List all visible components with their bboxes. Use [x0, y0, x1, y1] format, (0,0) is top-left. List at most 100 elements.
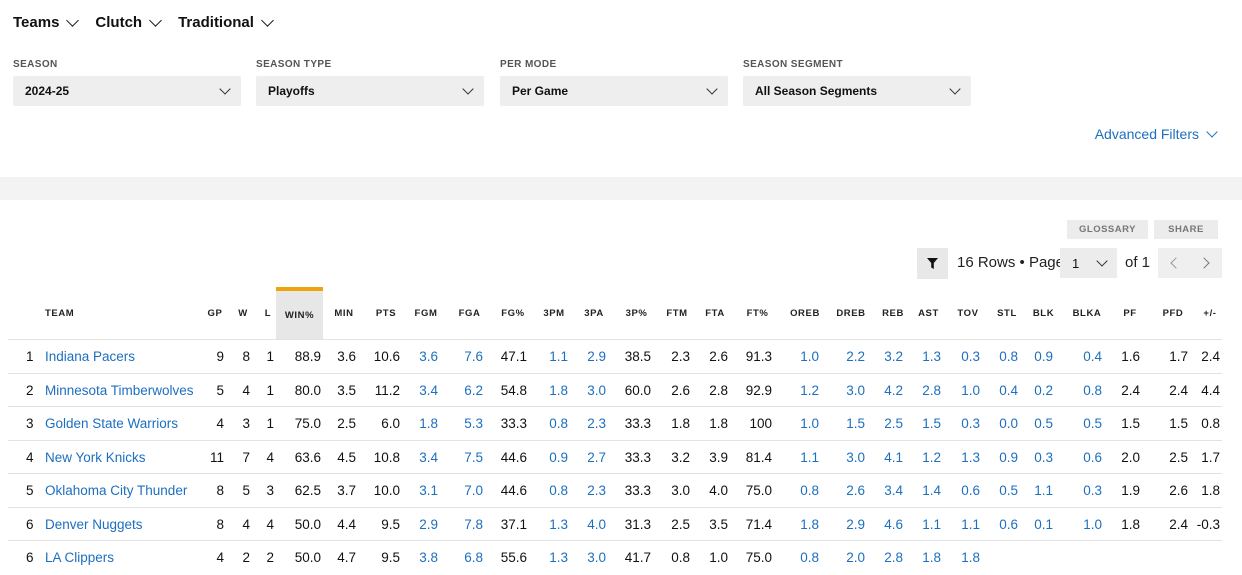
- stat-link-cell[interactable]: 2.3: [580, 474, 608, 508]
- stat-link-cell[interactable]: 1.8: [538, 374, 570, 408]
- column-header[interactable]: PTS: [370, 287, 402, 339]
- stat-link-cell[interactable]: 0.9: [538, 441, 570, 475]
- nav-traditional[interactable]: Traditional: [178, 13, 274, 31]
- stat-link-cell[interactable]: 7.8: [454, 508, 485, 542]
- stat-link-cell[interactable]: 0.3: [1032, 441, 1055, 475]
- column-header[interactable]: FTM: [662, 287, 692, 339]
- stat-link-cell[interactable]: 1.1: [1032, 474, 1055, 508]
- stat-link-cell[interactable]: 4.1: [881, 441, 905, 475]
- stat-link-cell[interactable]: 0.4: [994, 374, 1020, 408]
- stat-link-cell[interactable]: 3.1: [412, 474, 440, 508]
- stat-link-cell[interactable]: 5.3: [454, 407, 485, 441]
- column-header[interactable]: REB: [881, 287, 905, 339]
- stat-link-cell[interactable]: [994, 541, 1020, 575]
- stat-link-cell[interactable]: 0.0: [994, 407, 1020, 441]
- stat-link-cell[interactable]: 0.1: [1032, 508, 1055, 542]
- stat-link-cell[interactable]: 3.2: [881, 340, 905, 374]
- stat-link-cell[interactable]: 3.0: [835, 441, 867, 475]
- team-link[interactable]: New York Knicks: [45, 441, 215, 475]
- stat-link-cell[interactable]: 0.2: [1032, 374, 1055, 408]
- stat-link-cell[interactable]: 1.4: [914, 474, 943, 508]
- stat-link-cell[interactable]: 1.1: [954, 508, 982, 542]
- page-select[interactable]: 1: [1060, 248, 1117, 278]
- stat-link-cell[interactable]: 0.3: [954, 340, 982, 374]
- team-link[interactable]: Indiana Pacers: [45, 340, 215, 374]
- stat-link-cell[interactable]: 1.3: [914, 340, 943, 374]
- column-header[interactable]: WIN%: [276, 287, 323, 339]
- stat-link-cell[interactable]: 7.0: [454, 474, 485, 508]
- stat-link-cell[interactable]: 1.1: [538, 340, 570, 374]
- stat-link-cell[interactable]: 3.4: [412, 374, 440, 408]
- team-link[interactable]: Minnesota Timberwolves: [45, 374, 215, 408]
- glossary-button[interactable]: GLOSSARY: [1067, 220, 1148, 239]
- team-link[interactable]: Oklahoma City Thunder: [45, 474, 215, 508]
- team-link[interactable]: Golden State Warriors: [45, 407, 215, 441]
- column-header[interactable]: OREB: [789, 287, 821, 339]
- stat-link-cell[interactable]: 2.0: [835, 541, 867, 575]
- column-header[interactable]: BLK: [1032, 287, 1055, 339]
- column-header[interactable]: TEAM: [45, 287, 195, 339]
- column-header[interactable]: FG%: [497, 287, 529, 339]
- column-header[interactable]: PFD: [1156, 287, 1190, 339]
- stat-link-cell[interactable]: 1.8: [412, 407, 440, 441]
- stat-link-cell[interactable]: 2.9: [580, 340, 608, 374]
- nav-teams[interactable]: Teams: [13, 13, 80, 31]
- stat-link-cell[interactable]: 1.8: [914, 541, 943, 575]
- stat-link-cell[interactable]: 1.0: [789, 340, 821, 374]
- column-header[interactable]: BLKA: [1070, 287, 1104, 339]
- stat-link-cell[interactable]: 1.2: [789, 374, 821, 408]
- stat-link-cell[interactable]: 1.0: [1070, 508, 1104, 542]
- stat-link-cell[interactable]: 0.8: [1070, 374, 1104, 408]
- stat-link-cell[interactable]: 0.3: [954, 407, 982, 441]
- stat-link-cell[interactable]: 0.8: [538, 474, 570, 508]
- column-header[interactable]: +/-: [1198, 287, 1222, 339]
- stat-link-cell[interactable]: 1.3: [538, 541, 570, 575]
- stat-link-cell[interactable]: 2.8: [881, 541, 905, 575]
- stat-link-cell[interactable]: 1.2: [914, 441, 943, 475]
- stat-link-cell[interactable]: 1.0: [954, 374, 982, 408]
- stat-link-cell[interactable]: 3.4: [881, 474, 905, 508]
- per-mode-select[interactable]: Per Game: [500, 76, 728, 106]
- column-header[interactable]: FGM: [412, 287, 440, 339]
- stat-link-cell[interactable]: 3.0: [580, 374, 608, 408]
- stat-link-cell[interactable]: 3.8: [412, 541, 440, 575]
- stat-link-cell[interactable]: 0.6: [954, 474, 982, 508]
- stat-link-cell[interactable]: 3.0: [835, 374, 867, 408]
- stat-link-cell[interactable]: 0.6: [1070, 441, 1104, 475]
- stat-link-cell[interactable]: 0.8: [789, 474, 821, 508]
- stat-link-cell[interactable]: 0.8: [538, 407, 570, 441]
- stat-link-cell[interactable]: 1.1: [789, 441, 821, 475]
- stat-link-cell[interactable]: 1.0: [789, 407, 821, 441]
- stat-link-cell[interactable]: 0.5: [994, 474, 1020, 508]
- column-header[interactable]: PF: [1118, 287, 1142, 339]
- stat-link-cell[interactable]: 0.4: [1070, 340, 1104, 374]
- column-header[interactable]: L: [260, 287, 276, 339]
- column-header[interactable]: 3PM: [538, 287, 570, 339]
- column-header[interactable]: FGA: [454, 287, 485, 339]
- stat-link-cell[interactable]: 2.2: [835, 340, 867, 374]
- stat-link-cell[interactable]: 3.6: [412, 340, 440, 374]
- stat-link-cell[interactable]: 0.5: [1032, 407, 1055, 441]
- team-link[interactable]: Denver Nuggets: [45, 508, 215, 542]
- column-header[interactable]: FTA: [700, 287, 730, 339]
- stat-link-cell[interactable]: 7.6: [454, 340, 485, 374]
- column-header[interactable]: W: [234, 287, 252, 339]
- stat-link-cell[interactable]: [1070, 541, 1104, 575]
- chevron-right-icon[interactable]: [1198, 257, 1210, 269]
- column-header[interactable]: TOV: [954, 287, 982, 339]
- season-select[interactable]: 2024-25: [13, 76, 241, 106]
- stat-link-cell[interactable]: 1.5: [914, 407, 943, 441]
- stat-link-cell[interactable]: 3.0: [580, 541, 608, 575]
- stat-link-cell[interactable]: 7.5: [454, 441, 485, 475]
- stat-link-cell[interactable]: 0.8: [994, 340, 1020, 374]
- filter-button[interactable]: [917, 248, 948, 279]
- season-type-select[interactable]: Playoffs: [256, 76, 484, 106]
- stat-link-cell[interactable]: 3.4: [412, 441, 440, 475]
- advanced-filters-toggle[interactable]: Advanced Filters: [1095, 126, 1218, 142]
- column-header[interactable]: 3PA: [580, 287, 608, 339]
- stat-link-cell[interactable]: 1.8: [954, 541, 982, 575]
- chevron-left-icon[interactable]: [1170, 257, 1182, 269]
- share-button[interactable]: SHARE: [1154, 220, 1218, 239]
- stat-link-cell[interactable]: 6.2: [454, 374, 485, 408]
- stat-link-cell[interactable]: 2.9: [835, 508, 867, 542]
